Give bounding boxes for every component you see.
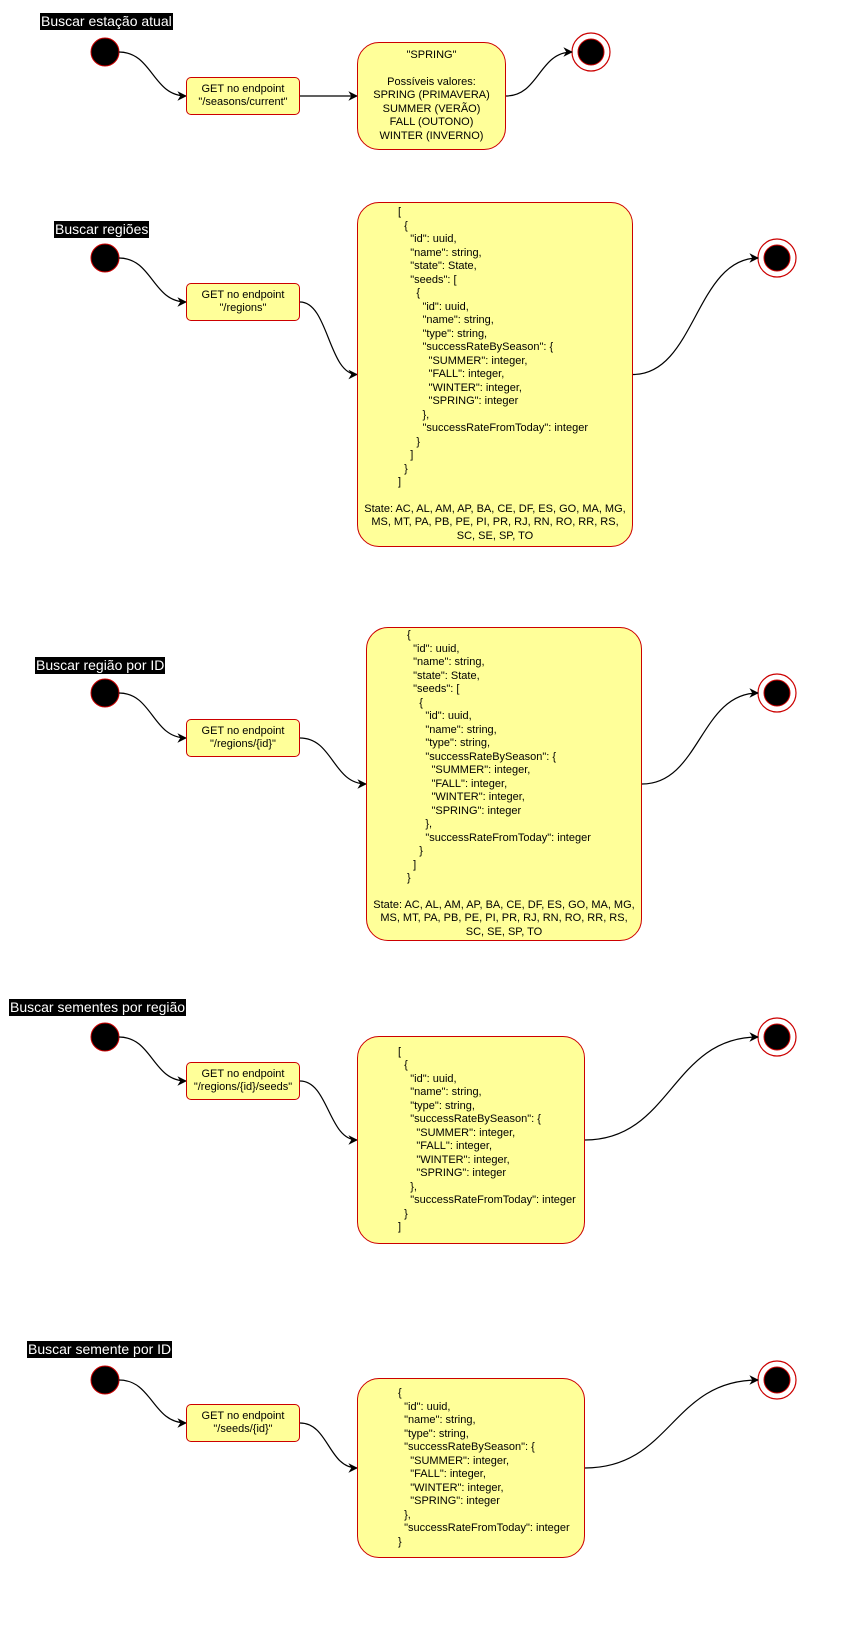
edge-response-to-end <box>584 1032 759 1141</box>
start-node <box>90 243 120 273</box>
edge-start-to-action <box>118 1036 187 1086</box>
edge-response-to-end <box>632 253 759 376</box>
response-node: [ { "id": uuid, "name": string, "state":… <box>357 202 633 547</box>
flow-title: Buscar sementes por região <box>9 999 187 1016</box>
edge-start-to-action <box>118 692 187 743</box>
action-node: GET no endpoint "/seeds/{id}" <box>186 1404 300 1442</box>
response-node: { "id": uuid, "name": string, "type": st… <box>357 1378 585 1558</box>
end-node <box>757 1360 797 1400</box>
state-values: State: AC, AL, AM, AP, BA, CE, DF, ES, G… <box>373 898 635 938</box>
response-node: [ { "id": uuid, "name": string, "type": … <box>357 1036 585 1244</box>
action-label: GET no endpoint "/seeds/{id}" <box>201 1409 285 1436</box>
start-node <box>90 1365 120 1395</box>
response-node: "SPRING" Possíveis valores: SPRING (PRIM… <box>357 42 506 150</box>
response-body: { "id": uuid, "name": string, "type": st… <box>398 1387 570 1548</box>
end-node <box>757 1017 797 1057</box>
edge-response-to-end <box>641 688 759 785</box>
start-node <box>90 1022 120 1052</box>
response-body: "SPRING" Possíveis valores: SPRING (PRIM… <box>373 48 490 142</box>
edge-start-to-action <box>118 1379 187 1428</box>
edge-action-to-response <box>299 737 367 789</box>
end-node <box>757 238 797 278</box>
flow-title: Buscar regiões <box>54 221 150 238</box>
edge-start-to-action <box>118 257 187 307</box>
action-label: GET no endpoint "/regions/{id}" <box>201 724 285 751</box>
state-values: State: AC, AL, AM, AP, BA, CE, DF, ES, G… <box>364 502 626 542</box>
response-body: [ { "id": uuid, "name": string, "type": … <box>398 1045 576 1234</box>
action-node: GET no endpoint "/regions/{id}/seeds" <box>186 1062 300 1100</box>
edge-response-to-end <box>505 47 573 97</box>
flow-title: Buscar semente por ID <box>27 1341 173 1358</box>
flow-title: Buscar região por ID <box>35 657 166 674</box>
response-node: { "id": uuid, "name": string, "state": S… <box>366 627 642 941</box>
response-body: [ { "id": uuid, "name": string, "state":… <box>398 206 588 488</box>
end-node <box>757 673 797 713</box>
start-node <box>90 37 120 67</box>
end-node <box>571 32 611 72</box>
edge-action-to-response <box>299 1422 358 1473</box>
edge-start-to-action <box>118 51 187 101</box>
edge-response-to-end <box>584 1375 759 1469</box>
action-node: GET no endpoint "/regions" <box>186 283 300 321</box>
action-label: GET no endpoint "/regions" <box>201 288 285 315</box>
action-label: GET no endpoint "/seasons/current" <box>198 82 288 109</box>
edge-action-to-response <box>299 301 358 380</box>
action-node: GET no endpoint "/seasons/current" <box>186 77 300 115</box>
action-label: GET no endpoint "/regions/{id}/seeds" <box>193 1067 293 1094</box>
response-body: { "id": uuid, "name": string, "state": S… <box>407 629 591 884</box>
edge-action-to-response <box>299 1080 358 1145</box>
flow-title: Buscar estação atual <box>40 13 173 30</box>
action-node: GET no endpoint "/regions/{id}" <box>186 719 300 757</box>
start-node <box>90 678 120 708</box>
